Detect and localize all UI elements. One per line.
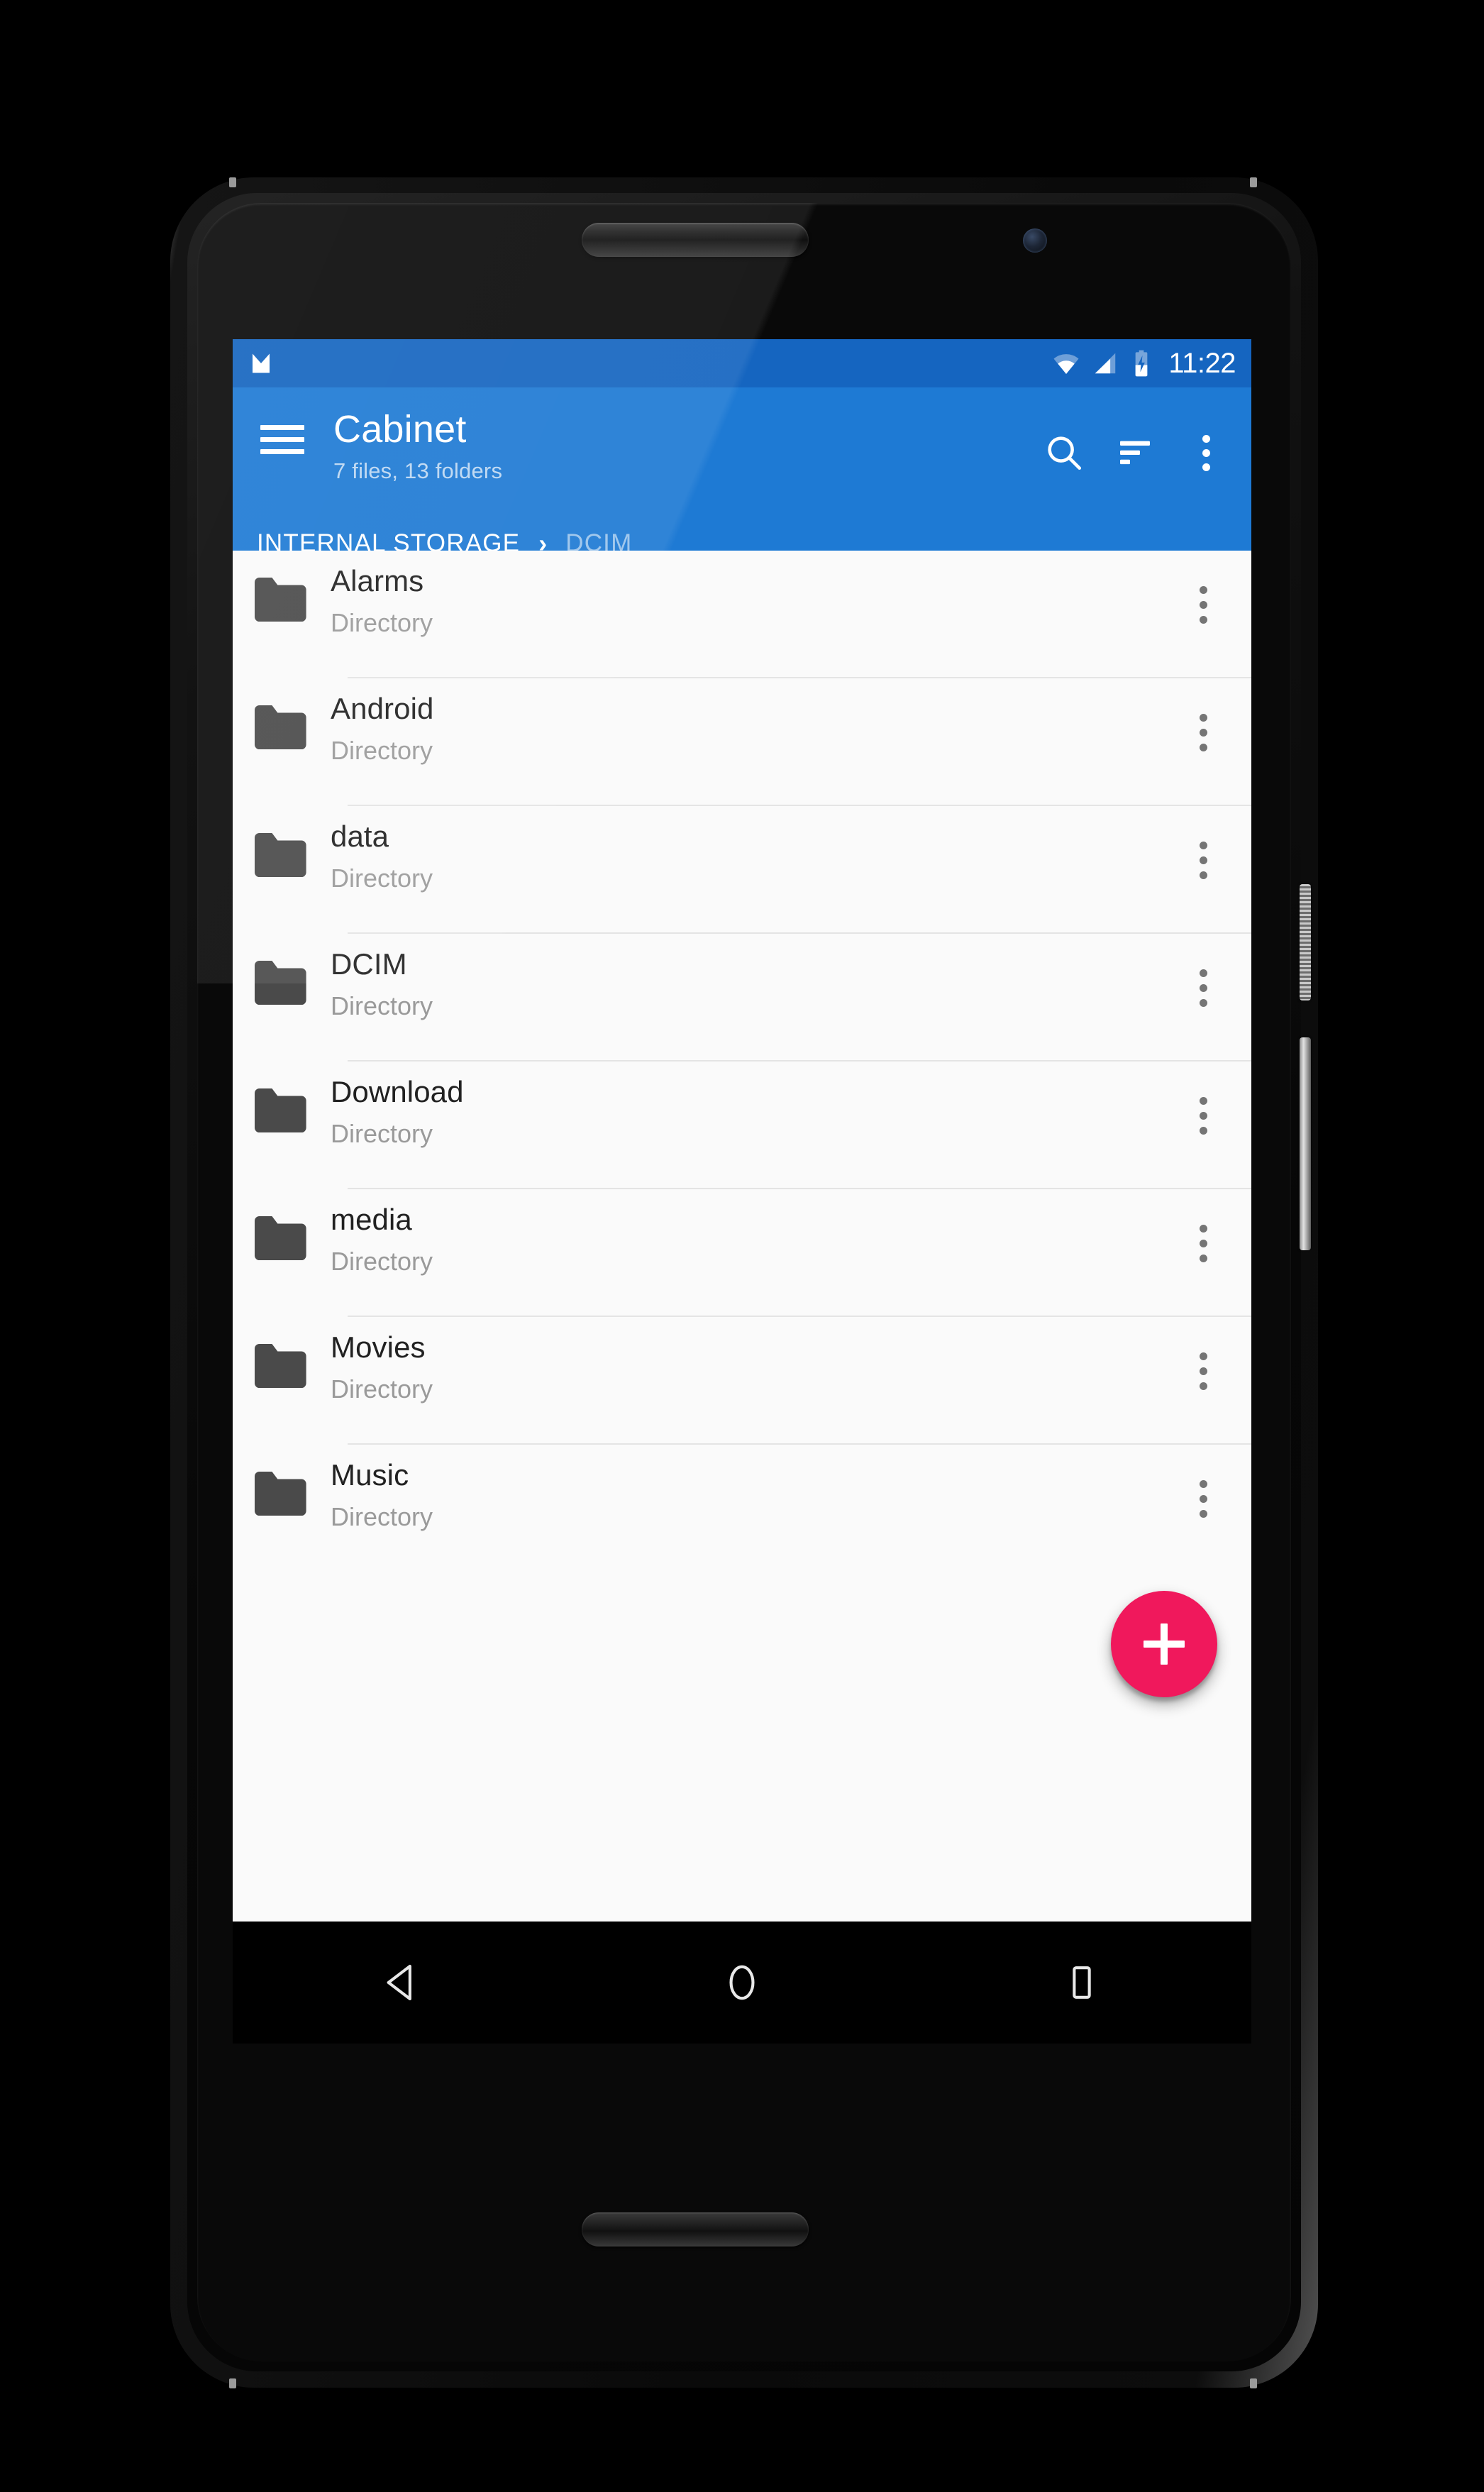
page-title: Cabinet bbox=[333, 408, 467, 451]
folder-icon bbox=[255, 1471, 306, 1516]
status-bar-clock: 11:22 bbox=[1168, 348, 1236, 379]
list-item-texts: data Directory bbox=[331, 806, 1169, 891]
folder-icon bbox=[255, 960, 306, 1005]
list-item-texts: DCIM Directory bbox=[331, 934, 1169, 1019]
list-item-name: Music bbox=[331, 1458, 409, 1492]
battery-charging-icon bbox=[1136, 350, 1148, 377]
file-list[interactable]: Alarms Directory Android Directory data … bbox=[233, 551, 1251, 1757]
app-bar-main-row: Cabinet 7 files, 13 folders bbox=[233, 387, 1251, 518]
power-button[interactable] bbox=[1300, 884, 1311, 1000]
list-item-overflow-button[interactable] bbox=[1169, 1081, 1237, 1149]
folder-icon bbox=[255, 1088, 306, 1133]
list-item-subtitle: Directory bbox=[331, 1502, 433, 1531]
antenna-band-top-left bbox=[229, 177, 236, 187]
list-item[interactable]: media Directory bbox=[233, 1189, 1251, 1316]
nav-back-button[interactable] bbox=[345, 1940, 459, 2025]
front-camera bbox=[1023, 228, 1047, 253]
list-item-name: media bbox=[331, 1203, 412, 1236]
hamburger-menu-button[interactable] bbox=[248, 406, 316, 474]
list-item-subtitle: Directory bbox=[331, 608, 433, 637]
status-bar-notifications bbox=[248, 351, 274, 376]
wifi-icon bbox=[1053, 354, 1079, 374]
list-item-texts: media Directory bbox=[331, 1189, 1169, 1274]
list-item-texts: Alarms Directory bbox=[331, 551, 1169, 636]
cabinet-app-notification-icon bbox=[253, 353, 270, 373]
app-bar-actions bbox=[1029, 406, 1251, 488]
list-item-subtitle: Directory bbox=[331, 864, 433, 893]
list-item-overflow-button[interactable] bbox=[1169, 954, 1237, 1022]
list-item-subtitle: Directory bbox=[331, 1247, 433, 1276]
antenna-band-bottom-left bbox=[229, 2378, 236, 2388]
bottom-speaker bbox=[582, 2212, 809, 2246]
list-item[interactable]: Music Directory bbox=[233, 1445, 1251, 1571]
list-item-overflow-button[interactable] bbox=[1169, 1209, 1237, 1277]
list-item[interactable]: DCIM Directory bbox=[233, 934, 1251, 1060]
list-item-subtitle: Directory bbox=[331, 991, 433, 1020]
list-item-texts: Movies Directory bbox=[331, 1317, 1169, 1402]
list-item-name: Alarms bbox=[331, 564, 424, 597]
folder-icon bbox=[255, 832, 306, 878]
list-item-subtitle: Directory bbox=[331, 1119, 433, 1148]
list-item[interactable]: Android Directory bbox=[233, 678, 1251, 805]
nav-recents-button[interactable] bbox=[1025, 1940, 1139, 2025]
list-item[interactable]: Movies Directory bbox=[233, 1317, 1251, 1443]
list-item-texts: Music Directory bbox=[331, 1445, 1169, 1530]
volume-rocker[interactable] bbox=[1300, 1037, 1311, 1250]
hamburger-menu-icon bbox=[260, 425, 304, 454]
antenna-band-bottom-right bbox=[1250, 2378, 1257, 2388]
status-bar: 11:22 bbox=[233, 339, 1251, 387]
earpiece-speaker bbox=[582, 223, 809, 257]
sort-icon bbox=[1120, 441, 1150, 465]
list-item-overflow-button[interactable] bbox=[1169, 570, 1237, 639]
folder-icon bbox=[255, 1215, 306, 1261]
antenna-band-top-right bbox=[1250, 177, 1257, 187]
folder-icon bbox=[255, 577, 306, 622]
recents-square-icon bbox=[1072, 1966, 1091, 1999]
list-item-overflow-button[interactable] bbox=[1169, 698, 1237, 766]
app-bar-title-block: Cabinet 7 files, 13 folders bbox=[333, 406, 1029, 482]
list-item-texts: Download Directory bbox=[331, 1062, 1169, 1147]
list-item-name: Movies bbox=[331, 1330, 426, 1364]
sort-button[interactable] bbox=[1100, 417, 1170, 488]
list-item-subtitle: Directory bbox=[331, 736, 433, 765]
phone-screen: 11:22 Cabinet 7 files, 13 folders INTERN… bbox=[233, 339, 1251, 2044]
list-item-name: DCIM bbox=[331, 947, 407, 981]
folder-icon bbox=[255, 1343, 306, 1389]
android-navigation-bar bbox=[233, 1922, 1251, 2044]
back-triangle-icon bbox=[387, 1964, 412, 2001]
list-item-overflow-button[interactable] bbox=[1169, 1465, 1237, 1533]
add-fab-button[interactable] bbox=[1111, 1591, 1217, 1697]
list-item[interactable]: Download Directory bbox=[233, 1062, 1251, 1188]
list-item-name: Android bbox=[331, 692, 434, 725]
cellular-signal-icon bbox=[1095, 353, 1116, 374]
list-item[interactable]: Alarms Directory bbox=[233, 551, 1251, 677]
search-icon bbox=[1048, 436, 1082, 470]
page-subtitle: 7 files, 13 folders bbox=[333, 458, 503, 483]
list-item-texts: Android Directory bbox=[331, 678, 1169, 763]
list-item-name: data bbox=[331, 820, 389, 853]
list-item-name: Download bbox=[331, 1075, 464, 1108]
list-item[interactable]: data Directory bbox=[233, 806, 1251, 932]
list-item-overflow-button[interactable] bbox=[1169, 826, 1237, 894]
overflow-menu-button[interactable] bbox=[1170, 417, 1241, 488]
app-bar: Cabinet 7 files, 13 folders INTERNAL STO… bbox=[233, 387, 1251, 557]
folder-icon bbox=[255, 705, 306, 750]
list-item-overflow-button[interactable] bbox=[1169, 1337, 1237, 1405]
nav-home-button[interactable] bbox=[685, 1940, 799, 2025]
overflow-menu-icon bbox=[1202, 434, 1210, 471]
plus-icon-vertical bbox=[1161, 1623, 1168, 1665]
status-bar-system-icons: 11:22 bbox=[1052, 349, 1236, 377]
list-item-subtitle: Directory bbox=[331, 1374, 433, 1404]
home-circle-icon bbox=[729, 1965, 755, 2000]
search-button[interactable] bbox=[1029, 417, 1100, 488]
